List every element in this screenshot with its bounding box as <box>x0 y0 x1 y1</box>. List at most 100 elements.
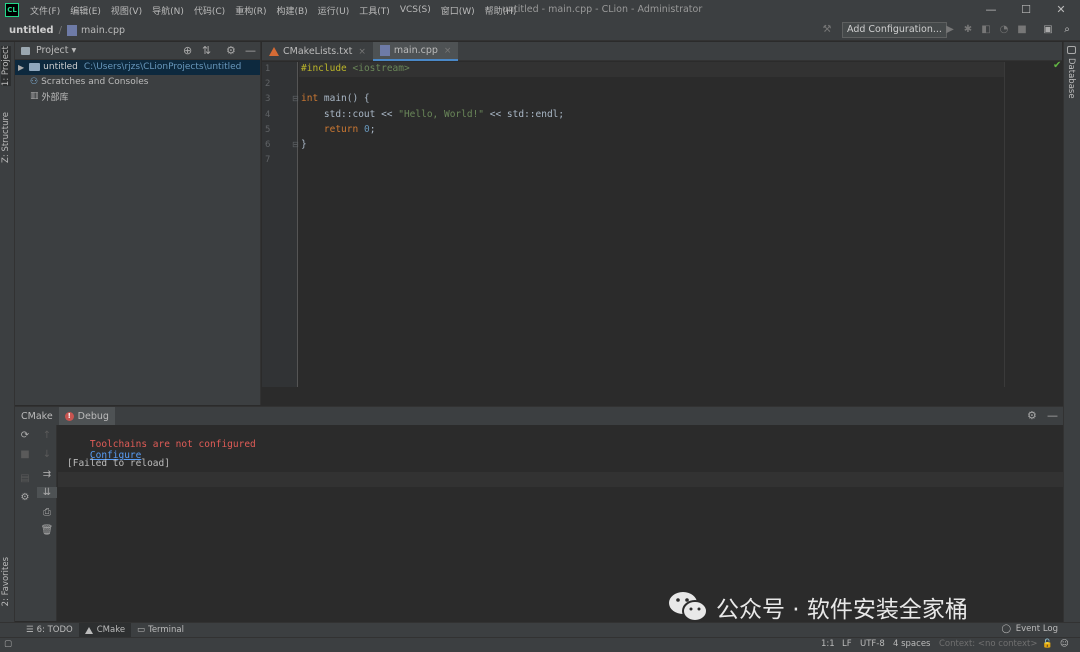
stop-icon: ■ <box>20 449 30 460</box>
minimize-button[interactable]: — <box>974 2 1008 18</box>
menu-refactor[interactable]: 重构(R) <box>230 4 271 17</box>
menu-view[interactable]: 视图(V) <box>106 4 147 17</box>
tab-favorites-label: 2: Favorites <box>1 557 11 607</box>
maximize-button[interactable]: ☐ <box>1009 2 1043 18</box>
menu-tools[interactable]: 工具(T) <box>354 4 395 17</box>
tree-item-path: C:\Users\rjzs\CLionProjects\untitled <box>83 62 242 73</box>
reload-icon[interactable]: ⟳ <box>15 430 35 441</box>
tab-todo-label: 6: TODO <box>36 625 73 635</box>
tab-terminal[interactable]: ▭ Terminal <box>131 623 190 638</box>
code-line-6: } <box>301 139 307 150</box>
project-structure-icon[interactable]: ▣ <box>1041 23 1055 37</box>
line-number: 4 <box>265 110 271 120</box>
expand-arrow-icon[interactable]: ▶ <box>18 63 24 72</box>
menu-build[interactable]: 构建(B) <box>271 4 312 17</box>
tab-project[interactable]: 1: Project <box>1 46 11 87</box>
right-tool-strip: Database <box>1063 42 1080 622</box>
tab-debug-label: Debug <box>77 410 109 422</box>
tab-debug[interactable]: ! Debug <box>58 406 115 426</box>
error-icon: ! <box>64 411 74 421</box>
cmake-file-icon <box>269 47 279 56</box>
editor-gutter: 1 2 3 4 5 6 7 ⊟ ⊟ <box>262 62 299 387</box>
menu-window[interactable]: 窗口(W) <box>436 4 480 17</box>
trash-icon[interactable]: 🗑 <box>37 525 57 536</box>
tree-item-external-libraries[interactable]: ▥ 外部库 <box>15 89 260 104</box>
toggle-tool-windows-icon[interactable]: ▢ <box>4 639 12 649</box>
close-tab-icon[interactable]: × <box>444 46 452 56</box>
project-view-selector[interactable]: Project ▾ <box>36 45 76 56</box>
caret-position[interactable]: 1:1 <box>821 639 835 649</box>
indent-setting[interactable]: 4 spaces <box>893 639 930 649</box>
tab-cmakelists[interactable]: CMakeLists.txt × <box>262 42 373 61</box>
breadcrumb-file[interactable]: main.cpp <box>81 25 125 36</box>
scroll-to-end-icon[interactable]: ⇊ <box>37 487 57 498</box>
editor-scrollbar[interactable] <box>1049 62 1063 405</box>
tree-item-label: untitled <box>43 62 78 73</box>
menu-run[interactable]: 运行(U) <box>313 4 355 17</box>
code-editor[interactable]: #include <iostream> int main() { std::co… <box>299 62 1004 387</box>
fold-marker-icon[interactable]: ⊟ <box>292 140 299 149</box>
event-log-button[interactable]: ◯ Event Log <box>1002 624 1058 634</box>
locate-icon[interactable]: ⊕ <box>183 44 192 57</box>
profile-icon[interactable]: ◔ <box>997 23 1011 37</box>
search-everywhere-icon[interactable]: ⌕ <box>1060 23 1074 37</box>
tab-main-cpp[interactable]: main.cpp × <box>372 42 459 61</box>
no-problems-check-icon: ✔ <box>1053 60 1062 71</box>
code-line-4: std::cout << "Hello, World!" << std::end… <box>301 109 565 120</box>
menu-navigate[interactable]: 导航(N) <box>147 4 189 17</box>
project-view-icon <box>21 46 30 55</box>
print-icon[interactable]: ⎙ <box>37 507 57 518</box>
wechat-logo-icon <box>668 590 708 624</box>
window-title: untitled - main.cpp - CLion - Administra… <box>502 4 703 15</box>
down-arrow-icon: ↓ <box>42 449 52 460</box>
line-separator[interactable]: LF <box>842 639 852 649</box>
menu-code[interactable]: 代码(C) <box>189 4 230 17</box>
build-hammer-icon[interactable]: ⚒ <box>820 23 834 37</box>
tab-structure-label: Z: Structure <box>1 112 11 163</box>
tab-database[interactable]: Database <box>1066 58 1076 99</box>
breadcrumb-separator: / <box>58 24 62 36</box>
watermark: 公众号 · 软件安装全家桶 <box>668 590 968 624</box>
coverage-icon[interactable]: ◧ <box>979 23 993 37</box>
menu-edit[interactable]: 编辑(E) <box>65 4 106 17</box>
settings-gear-icon[interactable]: ⚙ <box>1027 409 1037 422</box>
tree-item-scratches[interactable]: ⚇ Scratches and Consoles <box>15 75 260 90</box>
hide-panel-icon[interactable]: — <box>245 44 256 57</box>
fold-marker-icon[interactable]: ⊟ <box>292 94 299 103</box>
inspector-icon[interactable]: ☺ <box>1060 639 1069 649</box>
menu-vcs[interactable]: VCS(S) <box>395 5 436 15</box>
tab-favorites[interactable]: 2: Favorites <box>1 557 11 606</box>
resolve-context[interactable]: Context: <no context> <box>939 639 1037 649</box>
run-icon[interactable]: ▶ <box>943 23 957 37</box>
close-window-button[interactable]: ✕ <box>1044 2 1078 18</box>
tab-database-label: Database <box>1066 58 1076 99</box>
tab-cmake-tool[interactable]: CMake <box>15 407 59 426</box>
close-tab-icon[interactable]: × <box>358 47 366 57</box>
add-configuration-button[interactable]: Add Configuration... <box>842 22 947 38</box>
menu-file[interactable]: 文件(F) <box>25 4 65 17</box>
event-log-label: Event Log <box>1015 624 1058 634</box>
settings-gear-icon[interactable]: ⚙ <box>226 44 236 57</box>
collapse-all-icon[interactable]: ⇅ <box>202 44 211 57</box>
settings-gear-icon[interactable]: ⚙ <box>15 492 35 503</box>
tab-cmake-bottom[interactable]: CMake <box>78 622 132 638</box>
console-failed-line: [Failed to reload] <box>67 458 170 469</box>
line-number: 2 <box>265 79 271 89</box>
stop-icon[interactable]: ■ <box>1015 23 1029 37</box>
cpp-file-icon <box>66 24 77 36</box>
tab-structure[interactable]: Z: Structure <box>1 112 11 163</box>
line-number: 1 <box>265 64 271 74</box>
soft-wrap-icon[interactable]: ⇉ <box>37 469 57 480</box>
tab-todo[interactable]: ☰ 6: TODO <box>20 623 79 638</box>
debug-icon[interactable]: ✱ <box>961 23 975 37</box>
tab-project-label: 1: Project <box>1 46 11 87</box>
breadcrumb-project[interactable]: untitled <box>9 25 54 36</box>
scratches-icon: ⚇ <box>30 76 39 87</box>
tree-item-untitled[interactable]: ▶ untitled C:\Users\rjzs\CLionProjects\u… <box>15 60 260 75</box>
hide-panel-icon[interactable]: — <box>1047 409 1058 422</box>
folder-icon <box>29 63 41 72</box>
clion-logo-icon: CL <box>5 3 19 17</box>
tab-cmake-label: CMake <box>96 625 126 635</box>
lock-icon[interactable]: 🔓 <box>1042 639 1053 649</box>
file-encoding[interactable]: UTF-8 <box>860 639 885 649</box>
